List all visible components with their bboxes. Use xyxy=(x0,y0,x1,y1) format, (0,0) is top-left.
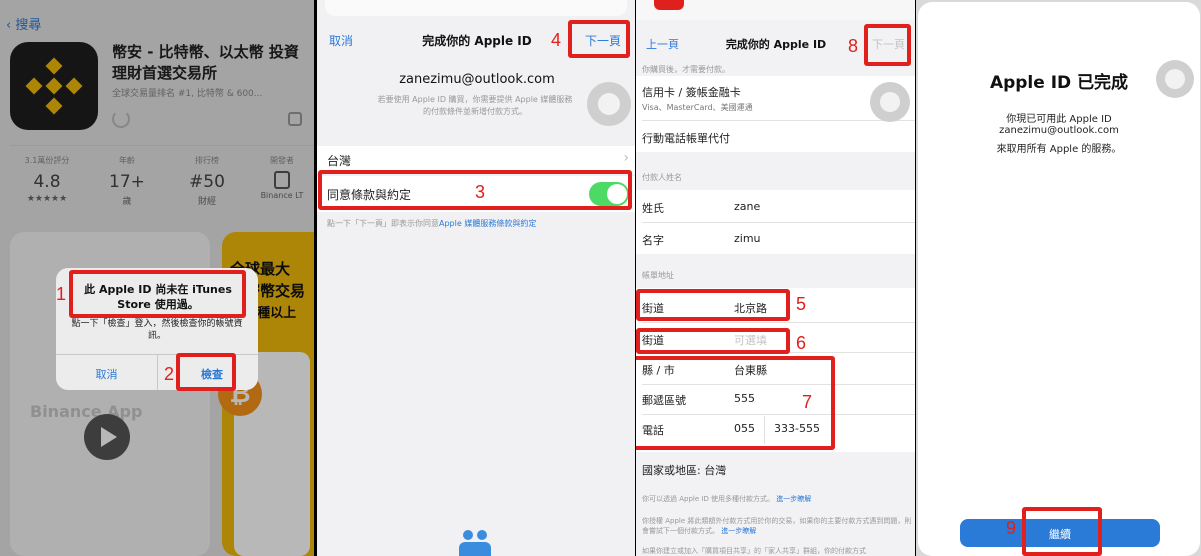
annotation-box-9 xyxy=(1022,507,1102,556)
completion-line-1: 你現已可用此 Apple ID xyxy=(1006,114,1112,125)
note-1: 你可以透過 Apple ID 使用多種付款方式。 進一步瞭解 xyxy=(642,495,812,503)
annotation-step-9: 9 xyxy=(1006,518,1017,538)
annotation-box-8 xyxy=(864,24,911,66)
agree-note: 點一下「下一頁」即表示你同意Apple 媒體服務條款與約定 xyxy=(327,219,537,228)
assistive-touch-icon[interactable] xyxy=(587,82,631,126)
annotation-box-4 xyxy=(568,20,630,58)
alert-message: 點一下「檢查」登入，然後檢查你的帳號資訊。 xyxy=(71,319,243,341)
terms-link[interactable]: Apple 媒體服務條款與約定 xyxy=(439,219,536,228)
last-name-field[interactable]: zane xyxy=(734,200,760,213)
note-3: 如果你建立或加入「購買項目共享」的「家人共享」群組，你的付款方式 xyxy=(642,547,866,555)
family-sharing-icon xyxy=(459,530,493,556)
app-store-panel: ‹ 搜尋 幣安 - 比特幣、以太幣 投資理財首選交易所 全球交易量排名 #1, … xyxy=(0,0,314,556)
account-email: zanezimu@outlook.com xyxy=(399,72,555,87)
address-header: 帳單地址 xyxy=(642,271,674,280)
note-2: 你授權 Apple 將此類額外付款方式用於你的交易，如果你的主要付款方式遇到問題… xyxy=(642,517,912,535)
annotation-step-1: 1 xyxy=(56,284,67,304)
payment-info-panel: 上一頁 完成你的 Apple ID 下一頁 你購買後，才需要付款。 信用卡 / … xyxy=(636,0,915,556)
email-note: 若要使用 Apple ID 購買，你需要提供 Apple 媒體服務的付款條件並新… xyxy=(377,95,573,116)
chevron-right-icon: › xyxy=(623,150,629,166)
learn-more-link-1[interactable]: 進一步瞭解 xyxy=(776,495,811,503)
annotation-box-1 xyxy=(69,270,246,318)
annotation-box-2 xyxy=(176,353,236,391)
annotation-step-6: 6 xyxy=(796,333,807,353)
status-bar xyxy=(636,0,915,20)
apple-id-complete-panel: Apple ID 已完成 你現已可用此 Apple ID zanezimu@ou… xyxy=(916,0,1201,556)
annotation-step-7: 7 xyxy=(802,392,813,412)
annotation-step-3: 3 xyxy=(475,182,486,202)
annotation-step-8: 8 xyxy=(848,36,859,56)
annotation-step-2: 2 xyxy=(164,364,175,384)
completion-email: zanezimu@outlook.com xyxy=(999,125,1119,136)
first-name-field[interactable]: zimu xyxy=(734,232,761,245)
annotation-step-4: 4 xyxy=(551,30,562,50)
phone-bill-option[interactable]: 行動電話帳單代付 xyxy=(642,130,730,146)
top-note: 你購買後，才需要付款。 xyxy=(642,65,730,74)
payer-header: 付款人姓名 xyxy=(642,173,682,182)
country-value: 台灣 xyxy=(327,154,352,168)
alert-cancel-button[interactable]: 取消 xyxy=(56,366,157,382)
recording-indicator xyxy=(654,0,684,10)
form-title: 完成你的 Apple ID xyxy=(725,38,827,51)
sheet-title: 完成你的 Apple ID xyxy=(422,34,532,48)
assistive-touch-icon[interactable] xyxy=(870,82,910,122)
annotation-box-6 xyxy=(636,328,790,354)
assistive-touch-icon[interactable] xyxy=(1156,60,1194,98)
learn-more-link-2[interactable]: 進一步瞭解 xyxy=(721,527,756,535)
payer-group: 姓氏 zane 名字 zimu xyxy=(636,190,915,254)
card-option[interactable]: 信用卡 / 簽帳金融卡 Visa、MasterCard、美國運通 xyxy=(642,84,842,113)
complete-apple-id-panel: 取消 完成你的 Apple ID 下一頁 zanezimu@outlook.co… xyxy=(317,0,635,556)
cancel-button[interactable]: 取消 xyxy=(329,32,353,49)
completion-title: Apple ID 已完成 xyxy=(989,73,1129,93)
region-row[interactable]: 國家或地區: 台灣 xyxy=(642,462,726,478)
sheet-top-stack xyxy=(325,0,627,16)
back-button[interactable]: 上一頁 xyxy=(646,36,679,52)
annotation-step-5: 5 xyxy=(796,294,807,314)
annotation-box-5 xyxy=(636,289,790,321)
completion-line-3: 來取用所有 Apple 的服務。 xyxy=(996,144,1122,155)
